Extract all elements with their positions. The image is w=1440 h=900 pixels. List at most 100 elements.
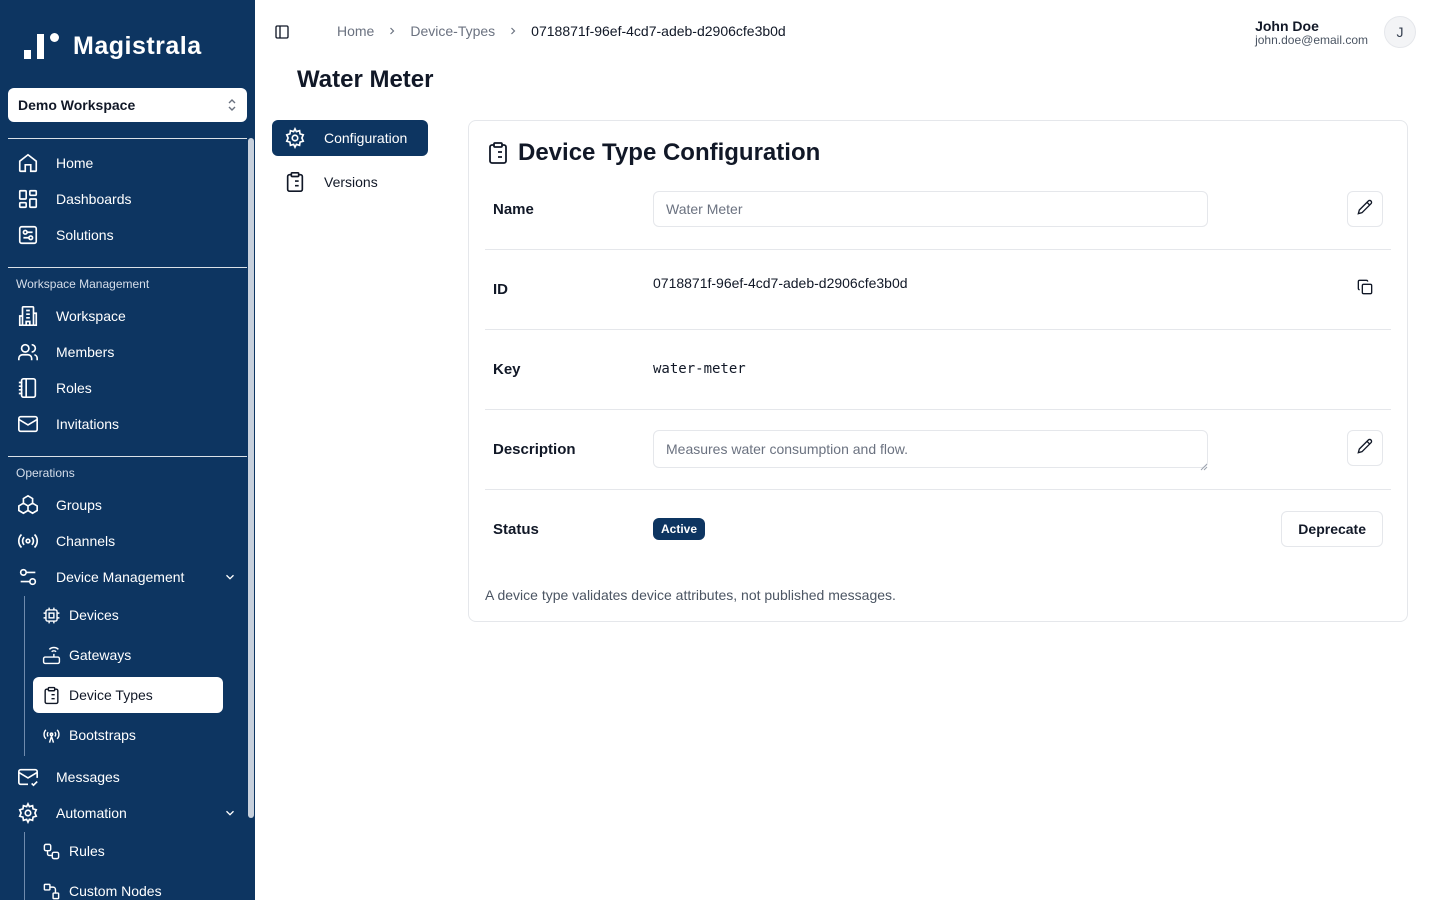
status-label: Status xyxy=(493,521,539,538)
description-field[interactable]: Measures water consumption and flow. xyxy=(653,430,1208,468)
sidebar-item-label: Invitations xyxy=(56,416,120,432)
copy-id-button[interactable] xyxy=(1347,271,1383,307)
deprecate-button[interactable]: Deprecate xyxy=(1281,511,1383,547)
key-label: Key xyxy=(493,361,521,378)
sidebar-item-label: Members xyxy=(56,344,115,360)
logo-mark-icon xyxy=(24,30,64,62)
sidebar-item-label: Channels xyxy=(56,533,116,549)
sidebar-item-devices[interactable]: Devices xyxy=(33,597,223,633)
sidebar-item-dashboards[interactable]: Dashboards xyxy=(16,184,241,214)
edit-description-button[interactable] xyxy=(1347,430,1383,466)
dashboard-icon xyxy=(16,187,40,211)
key-value: water-meter xyxy=(653,361,746,377)
description-label: Description xyxy=(493,441,576,458)
pencil-icon xyxy=(1357,438,1373,459)
sidebar-item-label: Devices xyxy=(69,607,119,623)
panel-left-icon xyxy=(274,25,290,44)
user-info: John Doe john.doe@email.com xyxy=(1255,18,1368,47)
users-icon xyxy=(16,340,40,364)
sidebar-item-label: Dashboards xyxy=(56,191,132,207)
sidebar-item-solutions[interactable]: Solutions xyxy=(16,220,241,250)
device-type-config-card: Device Type Configuration Name Water Met… xyxy=(468,120,1408,622)
submenu-guide-line xyxy=(24,596,25,756)
status-row: Status Active Deprecate xyxy=(485,490,1391,570)
building-icon xyxy=(16,304,40,328)
sidebar-item-automation[interactable]: Automation xyxy=(16,798,241,828)
pencil-icon xyxy=(1357,199,1373,220)
sidebar-item-roles[interactable]: Roles xyxy=(16,373,241,403)
card-title-text: Device Type Configuration xyxy=(518,139,821,166)
settings-sliders-icon xyxy=(16,565,40,589)
page-title: Water Meter xyxy=(297,66,434,93)
mail-open-icon xyxy=(16,765,40,789)
sidebar: Magistrala Demo Workspace Home Dashboard… xyxy=(0,0,255,900)
workspace-select-value: Demo Workspace xyxy=(18,97,136,113)
tab-versions[interactable]: Versions xyxy=(272,164,428,200)
avatar[interactable]: J xyxy=(1384,16,1416,48)
sidebar-item-device-types[interactable]: Device Types xyxy=(33,677,223,713)
antenna-icon xyxy=(41,725,61,745)
card-title: Device Type Configuration xyxy=(486,139,820,167)
edit-name-button[interactable] xyxy=(1347,191,1383,227)
sidebar-item-device-management[interactable]: Device Management xyxy=(16,562,241,592)
chevron-down-icon[interactable] xyxy=(223,570,237,587)
sidebar-item-label: Solutions xyxy=(56,227,114,243)
app-logo[interactable]: Magistrala xyxy=(24,30,202,62)
user-name: John Doe xyxy=(1255,18,1319,34)
sidebar-item-messages[interactable]: Messages xyxy=(16,762,241,792)
resize-handle-icon[interactable] xyxy=(1200,458,1208,471)
solutions-icon xyxy=(16,223,40,247)
sidebar-item-label: Bootstraps xyxy=(69,727,136,743)
name-field[interactable]: Water Meter xyxy=(653,191,1208,227)
name-row: Name Water Meter xyxy=(485,170,1391,250)
sidebar-item-invitations[interactable]: Invitations xyxy=(16,409,241,439)
nodes-icon xyxy=(41,881,61,900)
clipboard-icon xyxy=(41,685,61,705)
sidebar-item-workspace[interactable]: Workspace xyxy=(16,301,241,331)
tab-configuration[interactable]: Configuration xyxy=(272,120,428,156)
sidebar-item-label: Groups xyxy=(56,497,102,513)
gear-icon xyxy=(16,801,40,825)
clipboard-icon xyxy=(486,141,510,165)
router-icon xyxy=(41,645,61,665)
sidebar-scrollbar-thumb[interactable] xyxy=(248,138,254,818)
chevron-down-icon[interactable] xyxy=(223,806,237,823)
sidebar-item-label: Rules xyxy=(69,843,105,859)
gear-icon xyxy=(284,127,306,149)
sidebar-item-rules[interactable]: Rules xyxy=(33,833,223,869)
chevrons-up-down-icon xyxy=(227,98,237,112)
description-row: Description Measures water consumption a… xyxy=(485,410,1391,490)
sidebar-toggle-button[interactable] xyxy=(274,24,290,40)
sidebar-item-home[interactable]: Home xyxy=(16,148,241,178)
app-name: Magistrala xyxy=(73,31,202,60)
id-row: ID 0718871f-96ef-4cd7-adeb-d2906cfe3b0d xyxy=(485,250,1391,330)
breadcrumb-device-types[interactable]: Device-Types xyxy=(410,23,495,39)
sidebar-item-label: Automation xyxy=(56,805,127,821)
workspace-select[interactable]: Demo Workspace xyxy=(8,88,247,122)
breadcrumb-current: 0718871f-96ef-4cd7-adeb-d2906cfe3b0d xyxy=(531,23,786,39)
sidebar-item-label: Device Management xyxy=(56,569,185,585)
section-label-operations: Operations xyxy=(16,466,75,480)
sidebar-item-custom-nodes[interactable]: Custom Nodes xyxy=(33,873,223,900)
user-email: john.doe@email.com xyxy=(1255,33,1368,47)
breadcrumb: Home Device-Types 0718871f-96ef-4cd7-ade… xyxy=(337,23,786,39)
home-icon xyxy=(16,151,40,175)
name-label: Name xyxy=(493,201,534,218)
submenu-guide-line xyxy=(24,832,25,900)
copy-icon xyxy=(1357,279,1373,300)
id-value: 0718871f-96ef-4cd7-adeb-d2906cfe3b0d xyxy=(653,275,908,291)
sidebar-item-label: Device Types xyxy=(69,687,153,703)
sidebar-item-members[interactable]: Members xyxy=(16,337,241,367)
sidebar-item-bootstraps[interactable]: Bootstraps xyxy=(33,717,223,753)
sidebar-item-label: Custom Nodes xyxy=(69,883,162,899)
clipboard-icon xyxy=(284,171,306,193)
sidebar-item-groups[interactable]: Groups xyxy=(16,490,241,520)
sidebar-item-channels[interactable]: Channels xyxy=(16,526,241,556)
breadcrumb-home[interactable]: Home xyxy=(337,23,374,39)
card-note: A device type validates device attribute… xyxy=(485,587,896,603)
radio-icon xyxy=(16,529,40,553)
sidebar-item-gateways[interactable]: Gateways xyxy=(33,637,223,673)
sidebar-item-label: Home xyxy=(56,155,94,171)
sidebar-item-label: Workspace xyxy=(56,308,126,324)
chevron-right-icon xyxy=(386,25,398,37)
